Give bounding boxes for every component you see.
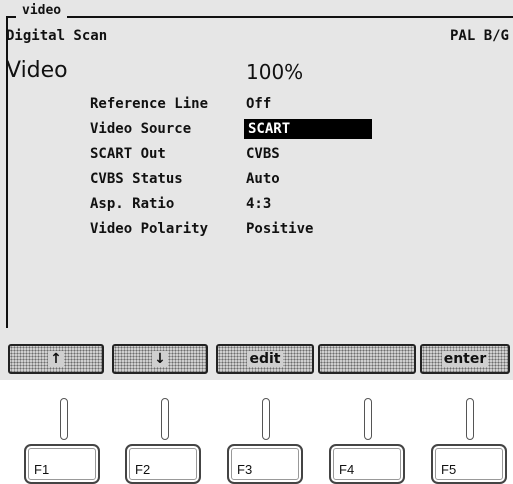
- setting-value-reference-line[interactable]: Off: [246, 96, 271, 112]
- tv-standard-label: PAL B/G: [449, 28, 509, 44]
- f3-key-label: F3: [237, 462, 253, 477]
- setting-label-aspect-ratio: Asp. Ratio: [90, 196, 175, 212]
- softkey-edit-button[interactable]: edit: [216, 344, 314, 374]
- softkey-enter-button[interactable]: enter: [420, 344, 510, 374]
- f2-key-label: F2: [135, 462, 151, 477]
- setting-label-scart-out: SCART Out: [90, 146, 166, 162]
- key-connector: [161, 398, 169, 440]
- scan-mode-label: Digital Scan: [6, 28, 108, 44]
- setting-label-video-polarity: Video Polarity: [90, 221, 209, 237]
- arrow-up-icon: ↑: [48, 351, 64, 367]
- key-connector: [60, 398, 68, 440]
- video-level-value: 100%: [246, 60, 304, 84]
- page-title: Video: [6, 58, 68, 83]
- f3-key[interactable]: F3: [227, 444, 303, 484]
- key-connector: [364, 398, 372, 440]
- setting-value-aspect-ratio[interactable]: 4:3: [246, 196, 271, 212]
- setting-value-cvbs-status[interactable]: Auto: [246, 171, 280, 187]
- softkey-enter-label: enter: [441, 351, 489, 367]
- f2-key[interactable]: F2: [125, 444, 201, 484]
- key-connector: [262, 398, 270, 440]
- setting-label-cvbs-status: CVBS Status: [90, 171, 183, 187]
- f4-key[interactable]: F4: [329, 444, 405, 484]
- window-title: video: [16, 3, 68, 18]
- arrow-down-icon: ↓: [152, 351, 168, 367]
- softkey-up-button[interactable]: ↑: [8, 344, 104, 374]
- f1-key[interactable]: F1: [24, 444, 100, 484]
- softkey-bar: ↑ ↓ edit enter: [0, 340, 513, 380]
- setting-value-video-source[interactable]: SCART: [244, 119, 372, 139]
- softkey-down-button[interactable]: ↓: [112, 344, 208, 374]
- f4-key-label: F4: [339, 462, 355, 477]
- key-connector: [466, 398, 474, 440]
- setting-value-video-polarity[interactable]: Positive: [246, 221, 313, 237]
- setting-value-scart-out[interactable]: CVBS: [246, 146, 280, 162]
- f5-key-label: F5: [441, 462, 457, 477]
- setting-label-video-source: Video Source: [90, 121, 192, 137]
- setting-label-reference-line: Reference Line: [90, 96, 209, 112]
- f5-key[interactable]: F5: [431, 444, 507, 484]
- softkey-edit-label: edit: [247, 351, 283, 367]
- lcd-screen: video Digital Scan PAL B/G Video 100% Re…: [0, 0, 513, 380]
- softkey-empty-button[interactable]: [318, 344, 416, 374]
- f1-key-label: F1: [34, 462, 50, 477]
